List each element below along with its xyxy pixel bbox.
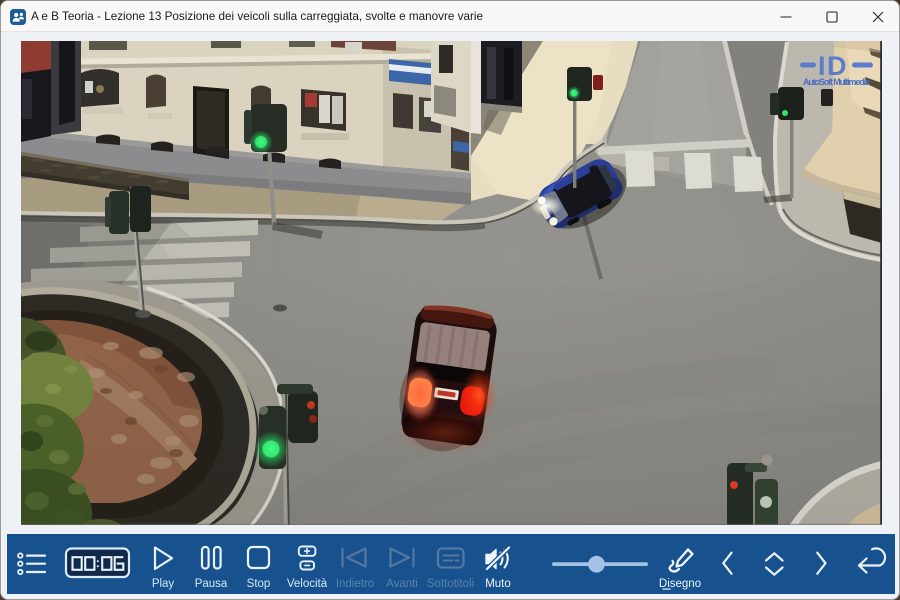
svg-text:Pausa: Pausa — [195, 578, 228, 590]
svg-text:Disegno: Disegno — [659, 578, 701, 590]
svg-text:Muto: Muto — [485, 578, 511, 590]
svg-text:Velocità: Velocità — [287, 578, 328, 590]
svg-text:AutoSoft Multimedia: AutoSoft Multimedia — [803, 77, 871, 87]
svg-text:Stop: Stop — [247, 578, 271, 590]
svg-text:Indietro: Indietro — [336, 578, 374, 590]
svg-text:Play: Play — [152, 578, 175, 590]
svg-text:Sottotitoli: Sottotitoli — [427, 578, 474, 590]
svg-text:Avanti: Avanti — [386, 578, 418, 590]
